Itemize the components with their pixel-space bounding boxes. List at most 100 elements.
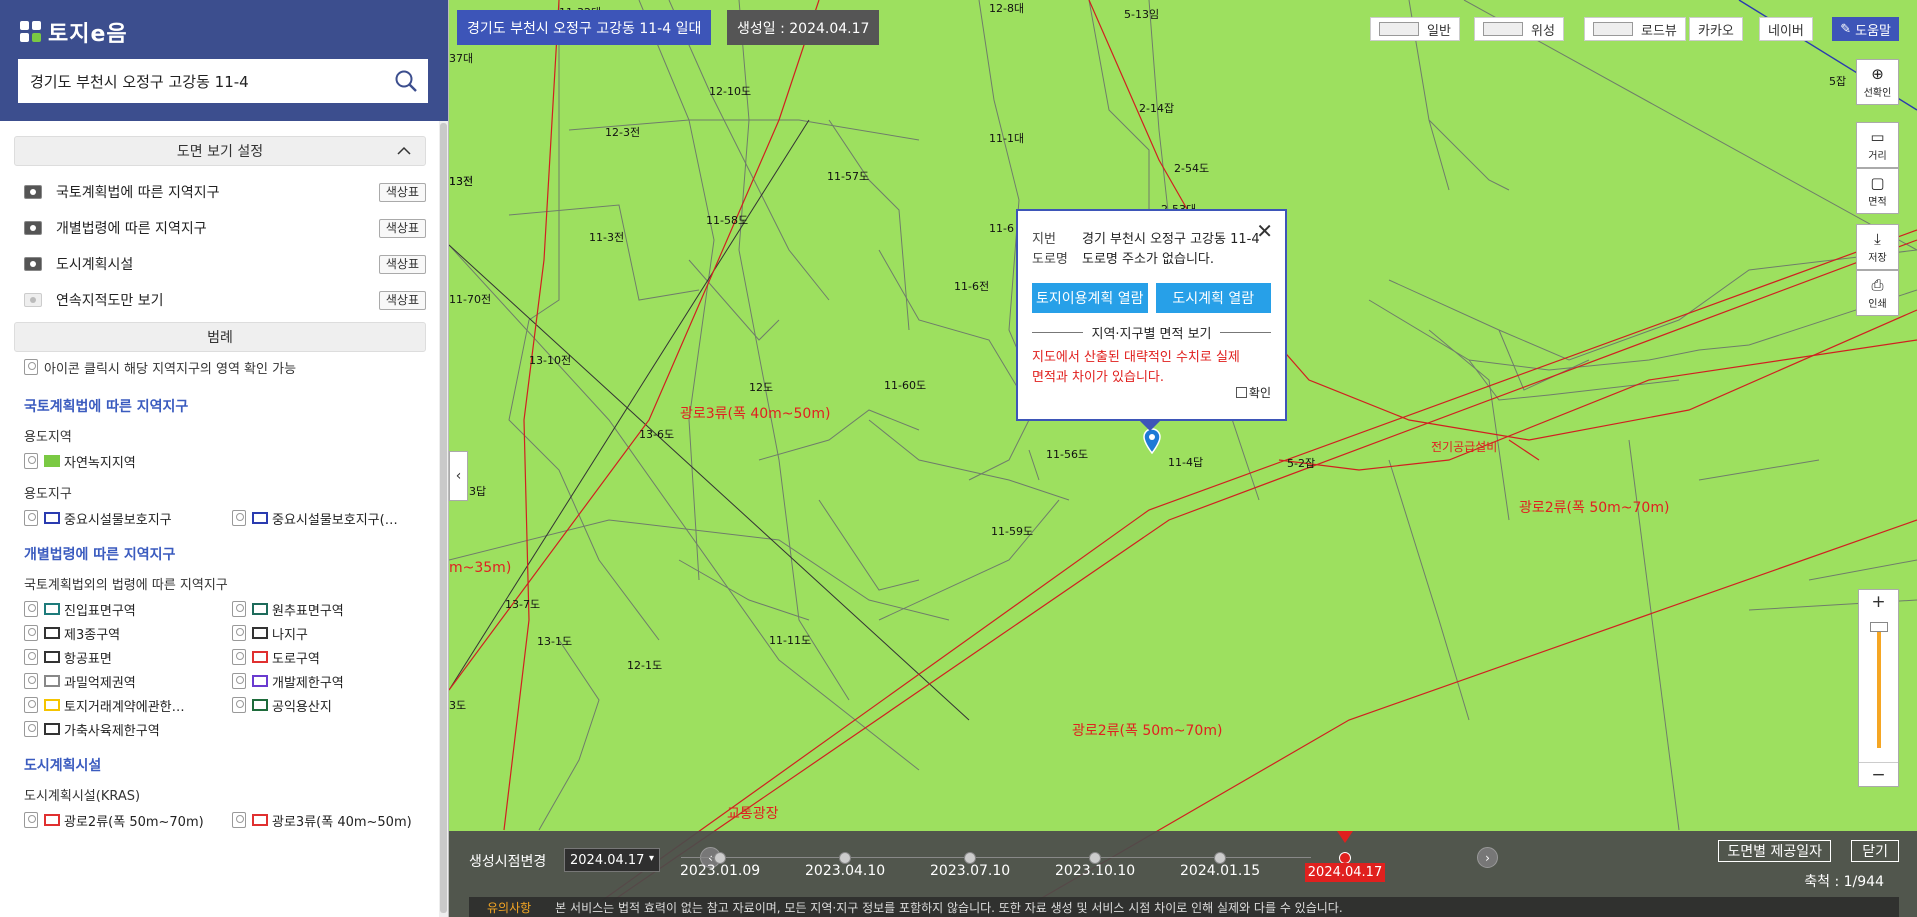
timeline-selected-date: 2024.04.17 [570, 852, 645, 868]
view-settings-header[interactable]: 도면 보기 설정 [14, 136, 426, 166]
tool-button-0[interactable]: ⊕ 선확인 [1856, 59, 1899, 105]
legend-item[interactable]: 자연녹지지역 [24, 449, 232, 473]
ruler-icon: ▭ [1870, 127, 1885, 146]
chevron-up-icon[interactable] [397, 146, 411, 156]
pin-icon[interactable] [24, 649, 38, 665]
legend-item[interactable]: 공익용산지 [232, 693, 440, 717]
land-use-plan-button[interactable]: 토지이용계획 열람 [1032, 283, 1148, 313]
checkbox-icon[interactable] [1235, 387, 1247, 398]
color-table-button[interactable]: 색상표 [378, 219, 426, 238]
map-type-button[interactable]: 네이버 [1759, 17, 1813, 41]
legend-item[interactable]: 토지거래계약에관한… [24, 693, 232, 717]
search-input[interactable] [18, 72, 384, 90]
timeline-date-label[interactable]: 2024.01.15 [1180, 863, 1260, 879]
map-type-button[interactable]: 로드뷰 [1584, 17, 1686, 41]
timeline-date-label[interactable]: 2023.10.10 [1055, 863, 1135, 879]
collapse-sidebar-button[interactable]: ‹ [449, 451, 468, 501]
pin-icon[interactable] [24, 673, 38, 689]
pin-icon[interactable] [24, 601, 38, 617]
search-box [18, 59, 428, 103]
legend-cat2-title: 개별법령에 따른 지역지구 [24, 547, 176, 563]
timeline-date-label[interactable]: 2023.01.09 [680, 863, 760, 879]
parcel-label: 12-10도 [709, 85, 752, 98]
timeline-date-label[interactable]: 2023.04.10 [805, 863, 885, 879]
pin-icon[interactable] [24, 453, 38, 469]
map-type-button[interactable]: 위성 [1474, 17, 1564, 41]
pin-icon[interactable] [232, 673, 246, 689]
layer-row[interactable]: 연속지적도만 보기 색상표 [14, 282, 426, 318]
timeline-date-label[interactable]: 2024.04.17 [1305, 863, 1385, 882]
tool-button-4[interactable]: ⎙ 인쇄 [1856, 270, 1899, 316]
sidebar-scrollbar[interactable] [439, 121, 448, 917]
close-icon[interactable]: ✕ [1256, 219, 1273, 243]
timeline-date-select[interactable]: 2024.04.17 ▾ [564, 848, 660, 872]
map-type-button[interactable]: 카카오 [1689, 17, 1743, 41]
pin-icon[interactable] [232, 510, 246, 526]
legend-item[interactable]: 진입표면구역 [24, 597, 232, 621]
legend-item[interactable]: 제3종구역 [24, 621, 232, 645]
legend-item[interactable]: 중요시설물보호지구 [24, 506, 232, 530]
legend-item[interactable]: 원추표면구역 [232, 597, 440, 621]
popup-area-section: 지역·지구별 면적 보기 [1032, 323, 1272, 342]
timeline-next-button[interactable]: › [1477, 847, 1498, 868]
legend-item[interactable]: 중요시설물보호지구(… [232, 506, 440, 530]
tool-button-1[interactable]: ▭ 거리 [1856, 122, 1899, 168]
legend-item[interactable]: 항공표면 [24, 645, 232, 669]
pin-icon[interactable] [232, 812, 246, 828]
legend-item-label: 중요시설물보호지구 [64, 512, 172, 528]
legend-item[interactable]: 개발제한구역 [232, 669, 440, 693]
legend-item[interactable]: 도로구역 [232, 645, 440, 669]
popup-confirm-checkbox[interactable]: 확인 [1235, 384, 1271, 401]
pin-icon[interactable] [232, 697, 246, 713]
parcel-label: 11-70전 [449, 293, 492, 306]
pin-icon[interactable] [24, 510, 38, 526]
color-table-button[interactable]: 색상표 [378, 291, 426, 310]
color-table-button[interactable]: 색상표 [378, 183, 426, 202]
map-type-label: 로드뷰 [1641, 23, 1677, 39]
layer-row[interactable]: 도시계획시설 색상표 [14, 246, 426, 282]
eye-icon[interactable] [24, 257, 42, 271]
eye-icon[interactable] [24, 185, 42, 199]
pin-icon[interactable] [24, 697, 38, 713]
tool-button-2[interactable]: ▢ 면적 [1856, 168, 1899, 214]
scrollbar-thumb[interactable] [440, 123, 447, 913]
zoom-knob[interactable] [1870, 622, 1888, 632]
legend-item[interactable]: 과밀억제권역 [24, 669, 232, 693]
layer-row[interactable]: 개별법령에 따른 지역지구 색상표 [14, 210, 426, 246]
legend-item[interactable]: 가축사육제한구역 [24, 717, 232, 741]
legend-item-label: 광로3류(폭 40m~50m) [272, 814, 412, 830]
tool-button-3[interactable]: ⤓ 저장 [1856, 224, 1899, 270]
legend-item-label: 중요시설물보호지구(… [272, 512, 398, 528]
timeline-close-button[interactable]: 닫기 [1851, 840, 1899, 862]
legend-item-label: 공익용산지 [272, 699, 332, 715]
pin-icon[interactable] [232, 601, 246, 617]
map-type-button[interactable]: 일반 [1370, 17, 1460, 41]
pin-icon[interactable] [24, 812, 38, 828]
legend-item[interactable]: 광로3류(폭 40m~50m) [232, 808, 440, 832]
layer-row[interactable]: 국토계획법에 따른 지역지구 색상표 [14, 174, 426, 210]
zoom-track[interactable] [1877, 626, 1881, 748]
road-label: m~35m) [449, 560, 512, 576]
chevron-down-icon: ▾ [648, 853, 654, 864]
eye-icon[interactable] [24, 293, 42, 307]
map-view[interactable]: 11-32대12-8대5-13임37대12-10도12-3전11-1대2-14잡… [449, 0, 1917, 917]
zoom-control[interactable]: + − [1858, 589, 1899, 787]
help-button[interactable]: ✎ 도움말 [1832, 17, 1899, 41]
legend-item[interactable]: 나지구 [232, 621, 440, 645]
logo[interactable]: 토지e음 [20, 16, 128, 48]
legend-item[interactable]: 광로2류(폭 50m~70m) [24, 808, 232, 832]
color-table-button[interactable]: 색상표 [378, 255, 426, 274]
pin-icon[interactable] [24, 721, 38, 737]
timeline-date-label[interactable]: 2023.07.10 [930, 863, 1010, 879]
pin-icon[interactable] [232, 625, 246, 641]
eye-icon[interactable] [24, 221, 42, 235]
zoom-in-button[interactable]: + [1859, 590, 1898, 614]
pin-icon[interactable] [232, 649, 246, 665]
pin-icon[interactable] [24, 625, 38, 641]
zoom-out-button[interactable]: − [1859, 762, 1898, 786]
search-button[interactable] [384, 59, 428, 103]
urban-plan-button[interactable]: 도시계획 열람 [1155, 283, 1271, 313]
parcel-label: 11-59도 [991, 525, 1034, 538]
drawing-dates-button[interactable]: 도면별 제공일자 [1718, 840, 1831, 862]
legend-grid: 광로2류(폭 50m~70m) 광로3류(폭 40m~50m) [14, 808, 426, 832]
